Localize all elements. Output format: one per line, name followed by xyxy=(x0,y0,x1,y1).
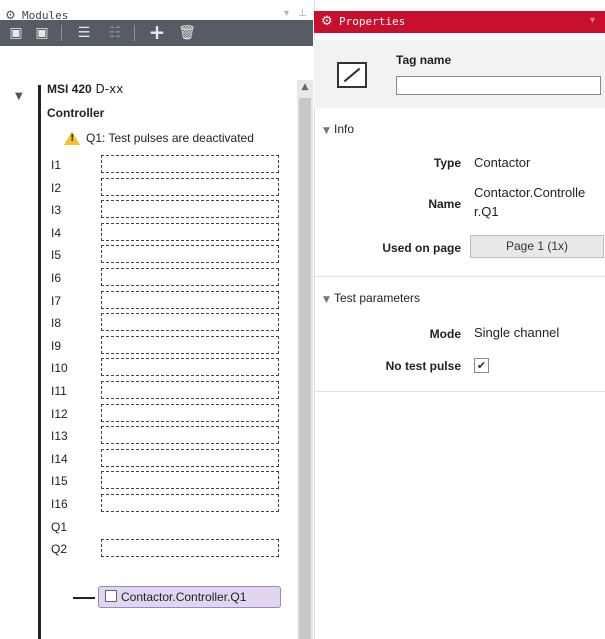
io-slot-i6[interactable] xyxy=(101,268,279,286)
delete-icon[interactable]: 🗑 xyxy=(176,23,198,43)
io-label-i1: I1 xyxy=(51,158,62,172)
paste-icon[interactable]: ▣ xyxy=(31,23,53,43)
collapse-arrow-icon[interactable]: ▼ xyxy=(15,91,23,102)
toolbar-separator xyxy=(134,25,135,41)
pin-icon[interactable]: ▾ xyxy=(590,15,595,26)
io-slot-i10[interactable] xyxy=(101,358,279,376)
q1-connector-line xyxy=(73,597,95,599)
name-label: Name xyxy=(428,197,461,211)
io-label-i10: I10 xyxy=(51,361,68,375)
io-label-i8: I8 xyxy=(51,316,62,330)
no-test-pulse-label: No test pulse xyxy=(385,359,461,373)
section-divider xyxy=(314,276,605,277)
mode-label: Mode xyxy=(429,327,461,341)
pin-icon[interactable]: ⊥ xyxy=(298,8,307,19)
test-params-section-title[interactable]: Test parameters xyxy=(334,291,420,305)
type-label: Type xyxy=(433,156,461,170)
edit-icon[interactable]: ☰ xyxy=(73,23,95,43)
io-slot-i9[interactable] xyxy=(101,336,279,354)
io-slot-i14[interactable] xyxy=(101,449,279,467)
io-label-i14: I14 xyxy=(51,452,68,466)
io-label-q1: Q1 xyxy=(51,520,68,534)
section-divider xyxy=(314,391,605,392)
io-label-q2: Q2 xyxy=(51,542,68,556)
io-label-i3: I3 xyxy=(51,203,62,217)
io-slot-i13[interactable] xyxy=(101,426,279,444)
scroll-thumb[interactable] xyxy=(299,98,311,639)
io-label-i15: I15 xyxy=(51,474,68,488)
io-label-i9: I9 xyxy=(51,339,62,353)
mode-value: Single channel xyxy=(474,325,560,340)
add-icon[interactable]: + xyxy=(146,22,168,42)
io-slot-i11[interactable] xyxy=(101,381,279,399)
io-label-i5: I5 xyxy=(51,248,62,262)
no-test-pulse-checkbox[interactable]: ✔ xyxy=(474,358,489,373)
io-slot-i7[interactable] xyxy=(101,291,279,309)
tag-name-label: Tag name xyxy=(396,53,452,67)
used-on-page-button[interactable]: Page 1 (1x) xyxy=(470,235,604,258)
copy-icon[interactable]: ▣ xyxy=(5,23,27,43)
properties-title: Properties xyxy=(339,15,406,28)
name-value-line1: Contactor.Controlle xyxy=(474,185,586,200)
module-name[interactable]: MSI 420 D-xx xyxy=(47,82,123,96)
warning-exclamation: ! xyxy=(70,133,75,144)
name-value-line2: r.Q1 xyxy=(474,204,499,219)
info-section-title[interactable]: Info xyxy=(334,122,354,136)
io-label-i2: I2 xyxy=(51,181,62,195)
io-label-i12: I12 xyxy=(51,407,68,421)
test-params-collapse-icon[interactable]: ▼ xyxy=(323,295,330,305)
io-slot-i3[interactable] xyxy=(101,200,279,218)
io-slot-i16[interactable] xyxy=(101,494,279,512)
io-label-i6: I6 xyxy=(51,271,62,285)
io-label-i4: I4 xyxy=(51,226,62,240)
warning-message: Q1: Test pulses are deactivated xyxy=(86,131,254,145)
io-label-i13: I13 xyxy=(51,429,68,443)
info-collapse-icon[interactable]: ▼ xyxy=(323,126,330,136)
io-slot-i15[interactable] xyxy=(101,471,279,489)
disabled-icon: ☷ xyxy=(108,25,122,41)
module-tree-line xyxy=(38,85,41,639)
tag-name-input[interactable] xyxy=(396,76,601,95)
io-label-i16: I16 xyxy=(51,497,68,511)
io-slot-i1[interactable] xyxy=(101,155,279,173)
type-value: Contactor xyxy=(474,155,531,170)
q1-element-label: Contactor.Controller.Q1 xyxy=(121,590,247,604)
toolbar-separator xyxy=(61,25,62,41)
dropdown-icon[interactable]: ▾ xyxy=(284,8,289,19)
io-slot-i4[interactable] xyxy=(101,223,279,241)
gear-icon: ⚙ xyxy=(321,14,333,29)
io-label-i7: I7 xyxy=(51,294,62,308)
module-subtitle: Controller xyxy=(47,106,105,120)
io-slot-i2[interactable] xyxy=(101,178,279,196)
io-slot-i12[interactable] xyxy=(101,404,279,422)
io-label-i11: I11 xyxy=(51,384,67,398)
scroll-up-arrow[interactable]: ▲ xyxy=(298,80,312,94)
io-slot-i8[interactable] xyxy=(101,313,279,331)
used-on-page-label: Used on page xyxy=(382,241,461,255)
io-slot-i5[interactable] xyxy=(101,245,279,263)
io-slot-q2[interactable] xyxy=(101,539,279,557)
contactor-icon xyxy=(105,590,117,602)
